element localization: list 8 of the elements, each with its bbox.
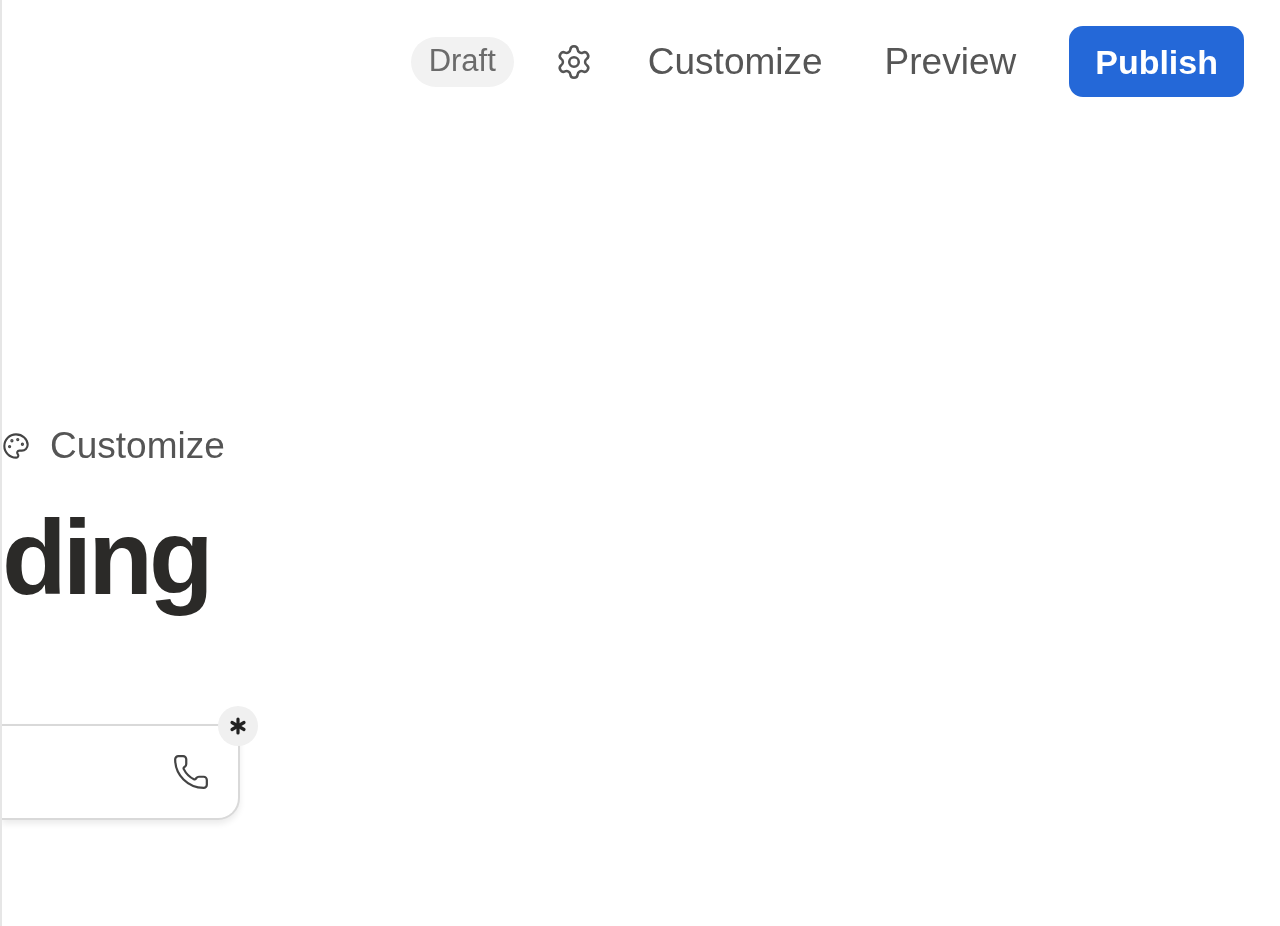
- preview-link[interactable]: Preview: [853, 26, 1048, 97]
- form-heading: ding: [2, 497, 211, 618]
- phone-icon: [172, 753, 210, 792]
- input-field[interactable]: [2, 724, 240, 821]
- status-badge: Draft: [410, 36, 514, 87]
- customize-label[interactable]: Customize: [50, 427, 225, 464]
- publish-button[interactable]: Publish: [1069, 26, 1244, 97]
- customize-link[interactable]: Customize: [616, 26, 854, 97]
